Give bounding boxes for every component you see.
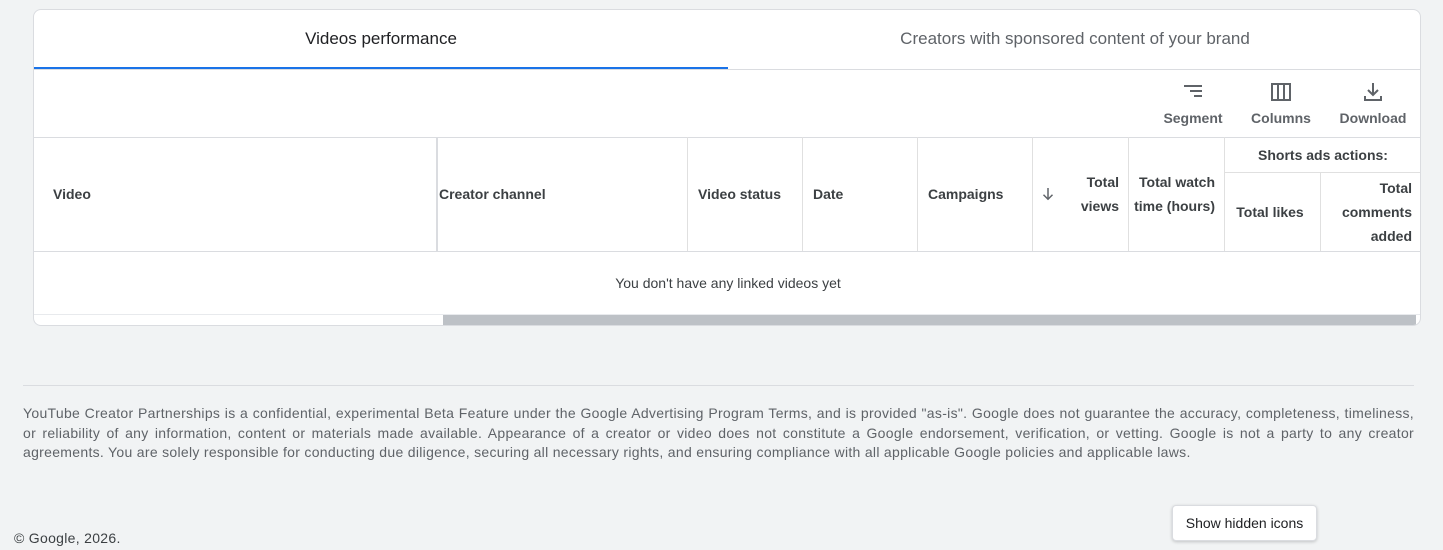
copyright: © Google, 2026. — [14, 530, 121, 546]
tab-bar: Videos performance Creators with sponsor… — [34, 10, 1420, 70]
column-header-campaigns[interactable]: Campaigns — [918, 137, 1033, 251]
download-icon — [1364, 83, 1382, 101]
shorts-ads-actions-group-header: Shorts ads actions: — [1224, 137, 1420, 173]
column-header-video[interactable]: Video — [34, 137, 438, 251]
column-header-date[interactable]: Date — [803, 137, 918, 251]
columns-label: Columns — [1251, 110, 1311, 126]
arrow-down-icon — [1042, 188, 1054, 201]
tab-creators-sponsored-content[interactable]: Creators with sponsored content of your … — [728, 10, 1420, 68]
column-header-creator-channel[interactable]: Creator channel — [438, 137, 688, 251]
total-comments-added-label: Total comments added — [1341, 179, 1412, 244]
videos-card: Videos performance Creators with sponsor… — [33, 9, 1421, 326]
total-views-label: Total views — [1080, 174, 1119, 214]
segment-icon — [1184, 85, 1202, 97]
footer-divider — [23, 385, 1414, 386]
column-header-total-views[interactable]: Total views — [1033, 137, 1129, 251]
segment-label: Segment — [1163, 110, 1223, 126]
table-toolbar: Segment Columns Download — [34, 70, 1420, 138]
download-label: Download — [1339, 110, 1407, 126]
column-header-video-status[interactable]: Video status — [688, 137, 803, 251]
column-header-total-watch-time[interactable]: Total watch time (hours) — [1129, 137, 1225, 251]
columns-icon — [1271, 83, 1291, 101]
table-header: Video Creator channel Video status Date … — [34, 137, 1420, 252]
columns-button[interactable]: Columns — [1250, 80, 1312, 132]
download-button[interactable]: Download — [1338, 80, 1408, 132]
empty-state-message: You don't have any linked videos yet — [34, 252, 1420, 315]
column-header-total-likes[interactable]: Total likes — [1224, 172, 1321, 251]
total-watch-time-label: Total watch time (hours) — [1134, 174, 1215, 214]
segment-button[interactable]: Segment — [1162, 80, 1224, 132]
show-hidden-icons-tooltip: Show hidden icons — [1172, 505, 1317, 541]
horizontal-scrollbar[interactable] — [443, 315, 1416, 325]
beta-disclaimer: YouTube Creator Partnerships is a confid… — [23, 405, 1414, 461]
column-header-total-comments-added[interactable]: Total comments added — [1321, 172, 1420, 251]
tab-videos-performance[interactable]: Videos performance — [34, 10, 728, 69]
